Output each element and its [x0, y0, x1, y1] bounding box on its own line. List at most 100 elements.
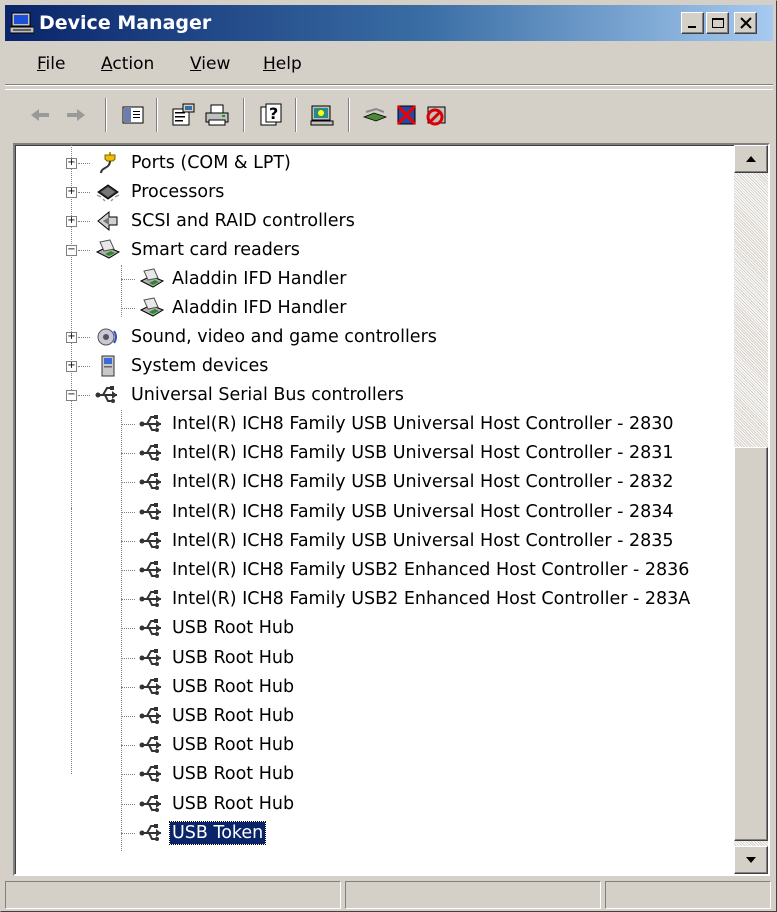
expand-toggle[interactable]: + — [66, 216, 77, 227]
tree-item-label: USB Root Hub — [172, 648, 295, 668]
collapse-toggle[interactable]: − — [66, 245, 77, 256]
processor-icon — [96, 184, 120, 202]
tree-item-processors[interactable]: + Processors — [15, 178, 734, 207]
tree-item-usb-device[interactable]: USB Root Hub — [15, 644, 734, 673]
tree-item-usb-device[interactable]: Intel(R) ICH8 Family USB Universal Host … — [15, 498, 734, 527]
usb-icon — [139, 473, 161, 490]
tree-item-system-devices[interactable]: + System devices — [15, 352, 734, 381]
tree-item-usb-device[interactable]: Intel(R) ICH8 Family USB Universal Host … — [15, 410, 734, 439]
tree-item-label: Intel(R) ICH8 Family USB Universal Host … — [172, 443, 674, 463]
tree-item-label: Processors — [131, 182, 225, 202]
tree-connector-line — [121, 745, 135, 746]
menu-view-label: View — [190, 54, 231, 74]
status-pane — [605, 881, 771, 909]
scsi-icon — [97, 210, 118, 232]
tree-item-sound-video-game[interactable]: + Sound, video and game controllers — [15, 323, 734, 352]
scroll-down-button[interactable] — [734, 846, 768, 874]
menu-action-label: Action — [101, 54, 155, 74]
menu-view[interactable]: View — [186, 52, 234, 76]
tree-item-selected[interactable]: USB Token — [15, 819, 734, 848]
tree-item-label: Aladdin IFD Handler — [172, 298, 347, 318]
expand-toggle[interactable]: + — [66, 361, 77, 372]
tree-connector-line — [121, 804, 135, 805]
tree-item-usb-device[interactable]: USB Root Hub — [15, 760, 734, 789]
properties-icon — [172, 103, 195, 126]
scan-hardware-icon — [310, 105, 334, 126]
tree-item-usb-device[interactable]: Intel(R) ICH8 Family USB Universal Host … — [15, 439, 734, 468]
tree-item-usb-device[interactable]: USB Root Hub — [15, 790, 734, 819]
minimize-button[interactable] — [681, 12, 704, 34]
tree-item-ports[interactable]: + Ports (COM & LPT) — [15, 149, 734, 178]
help-icon: ? — [260, 103, 282, 126]
tree-connector-line — [78, 192, 90, 193]
show-hide-console-tree-button[interactable] — [118, 100, 148, 130]
help-button[interactable]: ? — [256, 100, 286, 130]
menu-file[interactable]: File — [33, 52, 69, 76]
tree-item-aladdin-ifd-handler[interactable]: Aladdin IFD Handler — [15, 294, 734, 323]
properties-button[interactable] — [168, 100, 198, 130]
tree-item-usb-device[interactable]: Intel(R) ICH8 Family USB Universal Host … — [15, 527, 734, 556]
print-icon — [205, 104, 229, 126]
tree-item-label: Smart card readers — [131, 240, 300, 260]
toolbar-separator — [105, 98, 107, 132]
system-device-icon — [101, 355, 115, 377]
scrollbar-thumb[interactable] — [734, 447, 768, 841]
usb-icon — [139, 503, 161, 520]
expand-toggle[interactable]: + — [66, 158, 77, 169]
tree-item-usb-device[interactable]: Intel(R) ICH8 Family USB2 Enhanced Host … — [15, 556, 734, 585]
collapse-toggle[interactable]: − — [66, 390, 77, 401]
tree-connector-line — [121, 512, 135, 513]
vertical-scrollbar[interactable] — [734, 145, 768, 874]
tree-connector-line — [121, 482, 135, 483]
tree-connector-line — [78, 221, 90, 222]
close-button[interactable] — [734, 12, 757, 34]
tree-connector-line — [78, 250, 90, 251]
tree-connector-line — [121, 453, 135, 454]
expand-toggle[interactable]: + — [66, 332, 77, 343]
tree-item-usb-device[interactable]: USB Root Hub — [15, 731, 734, 760]
expand-toggle[interactable]: + — [66, 187, 77, 198]
tree-item-usb-device[interactable]: USB Root Hub — [15, 673, 734, 702]
update-driver-button[interactable] — [360, 100, 390, 130]
menu-action[interactable]: Action — [97, 52, 158, 76]
tree-item-label: Ports (COM & LPT) — [131, 153, 291, 173]
computer-icon — [10, 12, 34, 34]
menu-file-label: File — [37, 54, 66, 74]
usb-icon — [139, 678, 161, 695]
forward-button[interactable] — [61, 100, 91, 130]
tree-item-label: Intel(R) ICH8 Family USB2 Enhanced Host … — [172, 560, 690, 580]
device-tree[interactable]: + Ports (COM & LPT) + Processors + SCSI … — [15, 145, 734, 874]
usb-icon — [139, 707, 161, 724]
uninstall-button[interactable] — [392, 100, 422, 130]
tree-item-usb-device[interactable]: USB Root Hub — [15, 702, 734, 731]
usb-icon — [139, 736, 161, 753]
scan-hardware-button[interactable] — [307, 100, 337, 130]
window-title: Device Manager — [39, 12, 212, 34]
tree-item-label: USB Root Hub — [172, 677, 295, 697]
tree-item-usb-controllers[interactable]: − Universal Serial Bus controllers — [15, 381, 734, 410]
smartcard-reader-icon — [139, 268, 165, 288]
usb-icon — [139, 444, 161, 461]
usb-icon — [139, 561, 161, 578]
svg-text:?: ? — [269, 104, 278, 123]
tree-item-usb-device[interactable]: Intel(R) ICH8 Family USB2 Enhanced Host … — [15, 585, 734, 614]
tree-item-usb-device[interactable]: USB Root Hub — [15, 614, 734, 643]
back-button[interactable] — [25, 100, 55, 130]
tree-item-smart-card-readers[interactable]: − Smart card readers — [15, 236, 734, 265]
maximize-button[interactable] — [706, 12, 729, 34]
tree-item-label: System devices — [131, 356, 269, 376]
tree-connector-line — [121, 833, 135, 834]
menu-help[interactable]: Help — [259, 52, 306, 76]
tree-item-label: Intel(R) ICH8 Family USB Universal Host … — [172, 531, 674, 551]
device-manager-window: Device Manager File Action View Help ? +… — [0, 0, 777, 912]
tree-item-scsi-raid[interactable]: + SCSI and RAID controllers — [15, 207, 734, 236]
tree-item-usb-device[interactable]: Intel(R) ICH8 Family USB Universal Host … — [15, 468, 734, 497]
print-button[interactable] — [202, 100, 232, 130]
tree-item-aladdin-ifd-handler[interactable]: Aladdin IFD Handler — [15, 265, 734, 294]
title-bar[interactable]: Device Manager — [5, 5, 773, 41]
tree-item-label: USB Root Hub — [172, 706, 295, 726]
disable-button[interactable] — [422, 100, 452, 130]
scroll-up-button[interactable] — [734, 145, 768, 173]
usb-icon — [139, 532, 161, 549]
status-bar — [5, 881, 773, 909]
